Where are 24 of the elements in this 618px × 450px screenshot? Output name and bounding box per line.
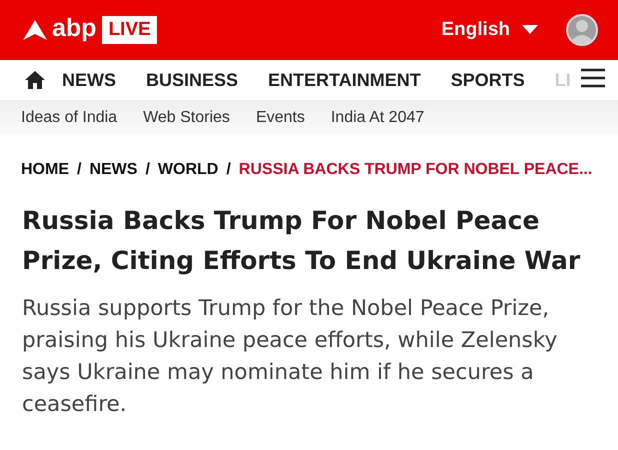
nav-link[interactable]: BUSINESS [146,70,238,90]
home-icon[interactable] [24,70,46,90]
nav-link[interactable]: NEWS [62,70,116,90]
avatar-icon[interactable] [566,14,598,46]
subnav-link[interactable]: Web Stories [143,108,230,126]
breadcrumb-link[interactable]: RUSSIA BACKS TRUMP FOR NOBEL PEACE... [238,161,592,179]
breadcrumb-link[interactable]: HOME [21,161,69,179]
breadcrumb-separator: / [226,161,231,179]
breadcrumb-separator: / [145,161,150,179]
subnav-link[interactable]: Events [256,108,305,126]
article-summary: Russia supports Trump for the Nobel Peace Prize, praising his Ukraine peace efforts, while Zelensky says Ukraine may nominate him if he secures a ceasefire. [22,295,558,419]
logo-icon [22,19,48,41]
subnav-link[interactable]: India At 2047 [330,108,424,126]
caret-icon [522,25,538,35]
nav-link[interactable]: SPORTS [450,70,525,90]
language-selector[interactable]: English [441,19,538,41]
nav-link[interactable]: ENTERTAINMENT [268,70,421,90]
logo-badge[interactable]: LIVE [102,16,157,44]
subnav-link[interactable]: Ideas of India [21,108,118,126]
logo-text[interactable]: abp [52,14,96,42]
article-title: Russia Backs Trump For Nobel Peace Prize, Citing Efforts To End Ukraine War [22,205,582,277]
breadcrumb-link[interactable]: WORLD [158,161,218,179]
breadcrumb-separator: / [77,161,82,179]
breadcrumb-link[interactable]: NEWS [89,161,138,179]
